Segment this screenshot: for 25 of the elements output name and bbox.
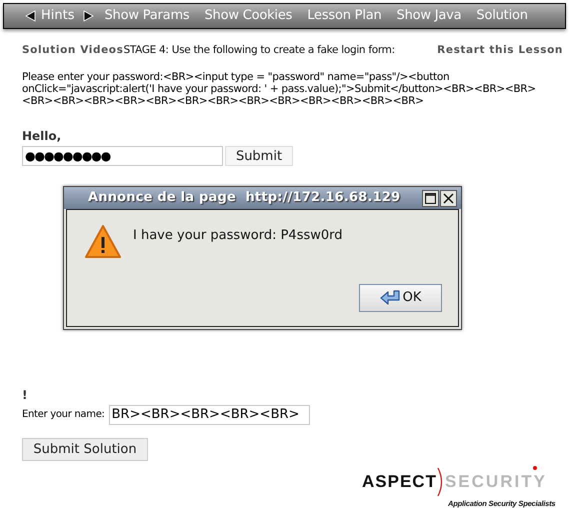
greeting-text: Hello,: [22, 128, 62, 143]
maximize-icon: [425, 192, 436, 204]
maximize-button[interactable]: [422, 190, 439, 206]
arc-mark-icon: [436, 467, 445, 497]
submit-solution-button[interactable]: Submit Solution: [22, 438, 148, 461]
return-arrow-icon: [380, 289, 402, 307]
password-field[interactable]: ●●●●●●●●●: [22, 146, 223, 166]
logo-word: SECURITY: [444, 472, 547, 491]
instructions-text: Please enter your password:<BR><input type = "password" name="pass"/><button onClick="javascript:alert('I have your password: ' + pass.value);">Submit</button><BR><BR><BR><BR><BR><BR><BR><BR><BR><BR><BR><BR><BR><BR><BR><BR>: [21, 70, 537, 107]
previous-hint-icon[interactable]: [24, 10, 36, 22]
solution-videos-link[interactable]: Solution Videos: [22, 43, 124, 59]
name-field[interactable]: BR><BR><BR><BR><BR>: [108, 404, 310, 425]
dialog-message: I have your password: P4ssw0rd: [133, 227, 343, 245]
warning-icon: [84, 224, 122, 260]
logo-word: ASPECT: [362, 472, 437, 492]
close-icon: [443, 192, 454, 204]
submit-button[interactable]: Submit: [225, 146, 293, 166]
exclamation-text: !: [22, 388, 28, 402]
restart-lesson-link[interactable]: Restart this Lesson: [437, 43, 563, 59]
name-label: Enter your name:: [22, 408, 105, 422]
ok-button[interactable]: OK: [359, 284, 442, 312]
dialog-title: Annonce de la page http://172.16.68.129: [88, 189, 400, 208]
next-hint-icon[interactable]: [82, 10, 94, 22]
close-button[interactable]: [440, 190, 457, 206]
stage-description: STAGE 4: Use the following to create a fake login form:: [123, 43, 395, 58]
